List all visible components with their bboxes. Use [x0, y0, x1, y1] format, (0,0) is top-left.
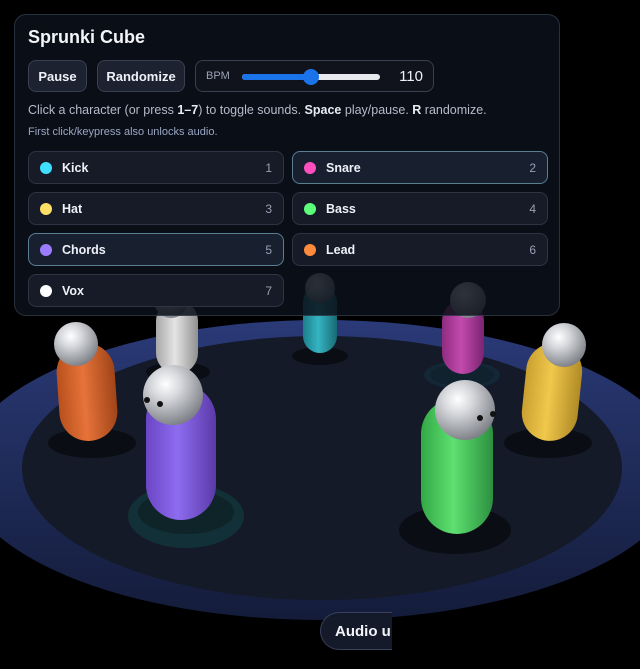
help-keys: 1–7: [177, 103, 199, 117]
channel-toggle-vox[interactable]: Vox 7: [28, 274, 284, 307]
bpm-label: BPM: [206, 70, 230, 82]
bpm-control: BPM 110: [195, 60, 434, 92]
channel-key: 3: [265, 201, 272, 216]
channel-key: 1: [265, 160, 272, 175]
audio-unlock-button[interactable]: Audio u: [320, 612, 392, 650]
channel-toggle-kick[interactable]: Kick 1: [28, 151, 284, 184]
help-text-part: play/pause.: [341, 103, 413, 117]
channel-key: 6: [529, 242, 536, 257]
bpm-slider-fill: [242, 74, 311, 80]
channel-name: Kick: [62, 160, 89, 175]
pause-button[interactable]: Pause: [28, 60, 87, 92]
channel-toggle-bass[interactable]: Bass 4: [292, 192, 548, 225]
channel-name: Vox: [62, 283, 84, 298]
channel-color-dot: [304, 161, 316, 174]
channel-name: Bass: [326, 201, 356, 216]
channel-color-dot: [304, 202, 316, 215]
randomize-button[interactable]: Randomize: [97, 60, 185, 92]
channel-key: 4: [529, 201, 536, 216]
channel-color-dot: [40, 202, 52, 215]
channel-toggle-snare[interactable]: Snare 2: [292, 151, 548, 184]
channel-color-dot: [40, 161, 52, 174]
audio-unlock-note: First click/keypress also unlocks audio.: [28, 126, 218, 138]
channel-toggle-lead[interactable]: Lead 6: [292, 233, 548, 266]
channel-key: 2: [529, 160, 536, 175]
bpm-value: 110: [399, 68, 423, 85]
help-text-part: Click a character (or press: [28, 103, 178, 117]
help-text-part: randomize.: [421, 103, 487, 117]
help-r-key: R: [412, 103, 422, 117]
app-title: Sprunki Cube: [28, 27, 146, 47]
channel-name: Lead: [326, 242, 356, 257]
help-space-key: Space: [304, 103, 342, 117]
bpm-slider-thumb[interactable]: [303, 69, 319, 85]
channel-toggle-hat[interactable]: Hat 3: [28, 192, 284, 225]
channel-name: Snare: [326, 160, 361, 175]
channel-key: 7: [265, 283, 272, 298]
channel-color-dot: [304, 243, 316, 256]
channel-color-dot: [40, 243, 52, 256]
channel-toggle-chords[interactable]: Chords 5: [28, 233, 284, 266]
channel-color-dot: [40, 284, 52, 297]
control-panel: Sprunki Cube Pause Randomize BPM 110 Cli…: [14, 14, 560, 316]
help-text-part: ) to toggle sounds.: [198, 103, 305, 117]
bpm-slider[interactable]: [242, 69, 380, 85]
channel-name: Chords: [62, 242, 106, 257]
help-text: Click a character (or press 1–7) to togg…: [28, 103, 487, 117]
channel-key: 5: [265, 242, 272, 257]
channel-name: Hat: [62, 201, 83, 216]
